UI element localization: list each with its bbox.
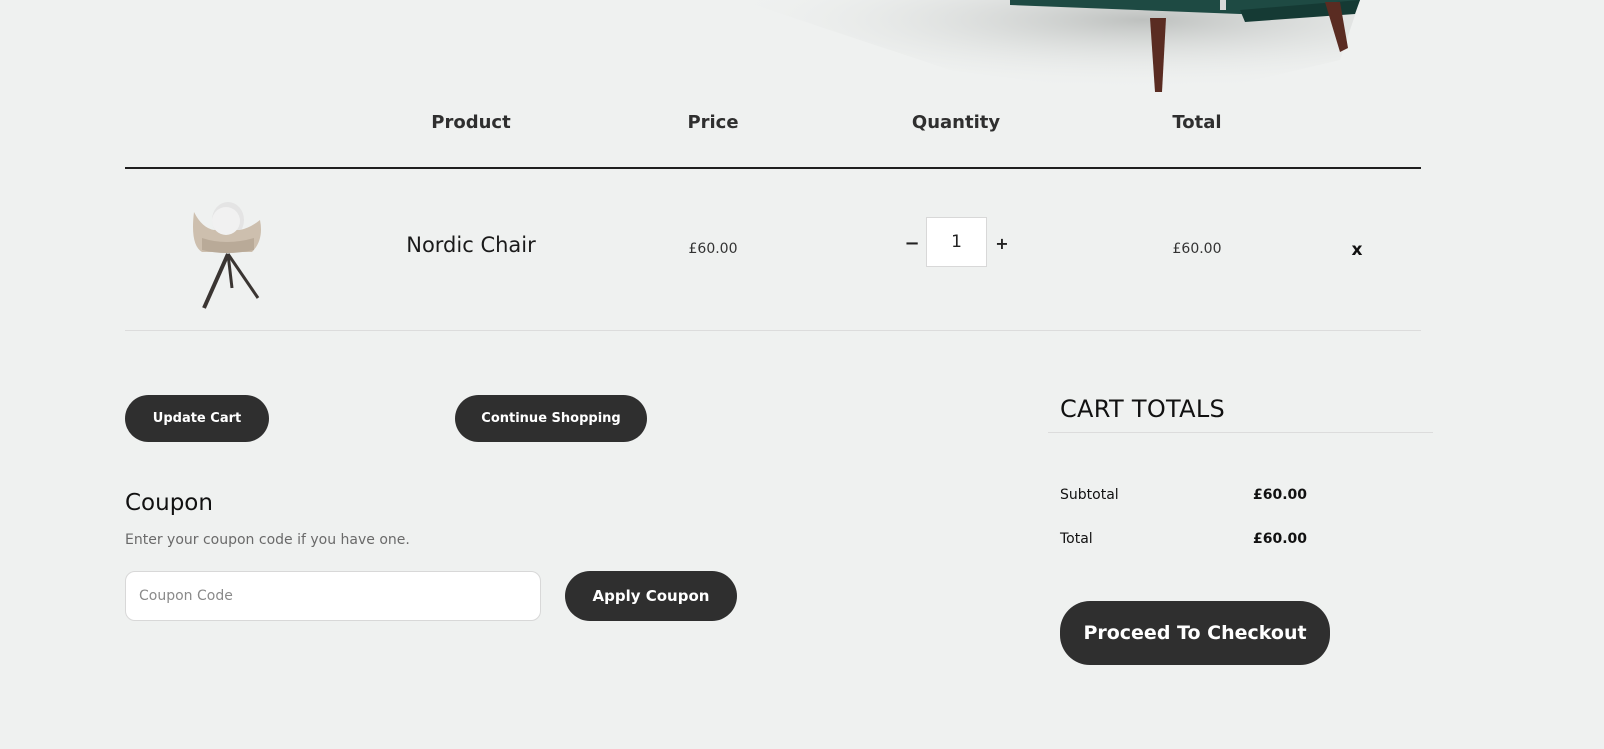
product-thumbnail-chair: [193, 202, 261, 309]
quantity-increment-button[interactable]: +: [990, 232, 1014, 256]
subtotal-label: Subtotal: [1060, 487, 1119, 503]
coupon-description: Enter your coupon code if you have one.: [125, 532, 410, 548]
header-product: Product: [431, 112, 511, 133]
header-price: Price: [687, 112, 739, 133]
header-total: Total: [1172, 112, 1222, 133]
update-cart-button[interactable]: Update Cart: [125, 395, 269, 442]
continue-shopping-button[interactable]: Continue Shopping: [455, 395, 647, 442]
row-divider: [125, 330, 1421, 331]
coupon-code-input[interactable]: [125, 571, 541, 621]
cart-totals-title: CART TOTALS: [1060, 395, 1226, 423]
product-row-total: £60.00: [1172, 241, 1222, 257]
total-value: £60.00: [1253, 531, 1308, 547]
product-name[interactable]: Nordic Chair: [371, 233, 571, 257]
header-quantity: Quantity: [911, 112, 1001, 133]
subtotal-value: £60.00: [1253, 487, 1308, 503]
apply-coupon-button[interactable]: Apply Coupon: [565, 571, 737, 621]
remove-item-button[interactable]: x: [1345, 240, 1369, 260]
quantity-input[interactable]: [926, 217, 987, 267]
total-label: Total: [1060, 531, 1093, 547]
header-divider: [125, 167, 1421, 169]
sofa-image: [740, 0, 1360, 100]
product-price: £60.00: [688, 241, 738, 257]
coupon-title: Coupon: [125, 490, 213, 516]
quantity-decrement-button[interactable]: −: [900, 232, 924, 256]
cart-totals-divider: [1048, 432, 1433, 433]
proceed-to-checkout-button[interactable]: Proceed To Checkout: [1060, 601, 1330, 665]
